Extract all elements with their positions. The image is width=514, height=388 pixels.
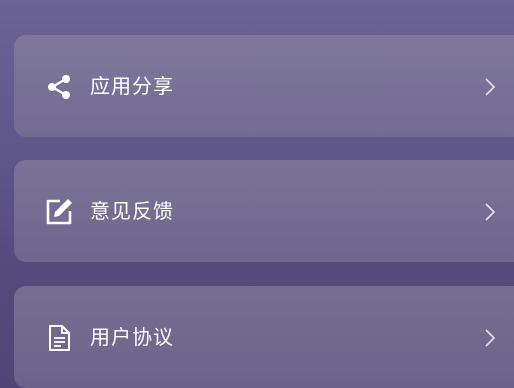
document-icon [49, 325, 70, 351]
menu-item-label: 应用分享 [90, 74, 174, 98]
edit-feedback-icon [46, 199, 72, 225]
menu-item-user-agreement[interactable]: 用户协议 [14, 286, 514, 388]
menu-item-label: 意见反馈 [90, 199, 174, 223]
menu-item-feedback[interactable]: 意见反馈 [14, 160, 514, 262]
settings-screen: { "menu": { "items": [ { "label": "应用分享"… [0, 0, 514, 388]
chevron-right-icon [485, 78, 496, 96]
share-icon [48, 75, 70, 99]
menu-item-label: 用户协议 [90, 325, 174, 349]
menu-item-share-app[interactable]: 应用分享 [14, 35, 514, 137]
chevron-right-icon [485, 329, 496, 347]
chevron-right-icon [485, 203, 496, 221]
